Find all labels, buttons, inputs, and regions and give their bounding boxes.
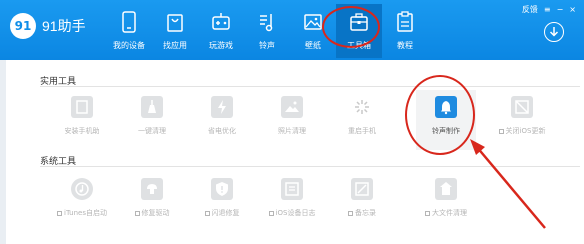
annotation-arrow-icon <box>470 139 546 229</box>
